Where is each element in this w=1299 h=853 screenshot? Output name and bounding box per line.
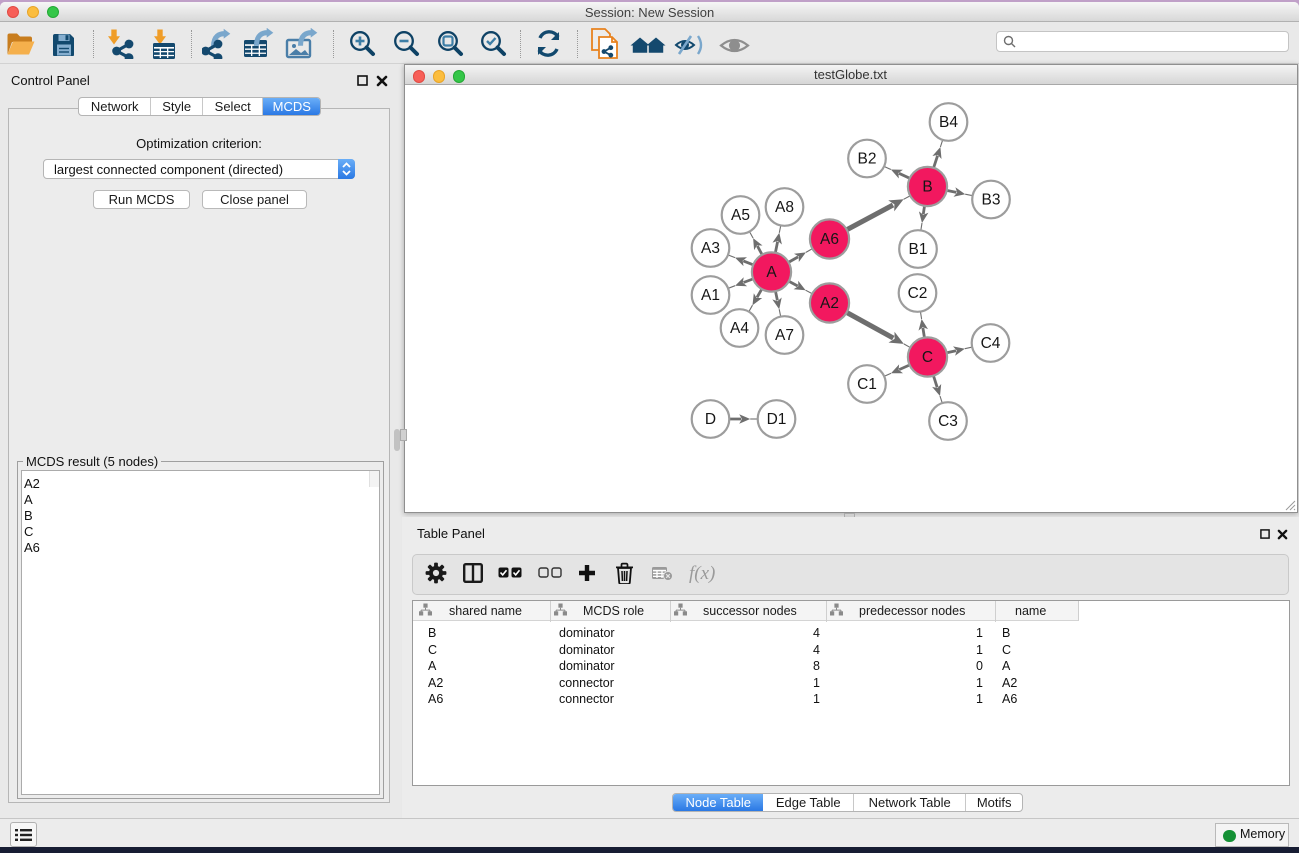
svg-text:A: A — [766, 264, 777, 281]
svg-text:D: D — [704, 411, 715, 428]
svg-text:A7: A7 — [775, 327, 794, 344]
svg-text:A1: A1 — [701, 287, 720, 304]
svg-text:B3: B3 — [981, 192, 1000, 209]
svg-text:A4: A4 — [730, 320, 749, 337]
svg-text:C4: C4 — [980, 335, 1000, 352]
svg-text:B2: B2 — [857, 151, 876, 168]
svg-text:A2: A2 — [820, 295, 839, 312]
svg-text:A5: A5 — [731, 207, 750, 224]
svg-text:B: B — [922, 179, 932, 196]
svg-text:B4: B4 — [939, 114, 958, 131]
svg-text:C2: C2 — [907, 285, 927, 302]
svg-text:A6: A6 — [820, 231, 839, 248]
svg-text:C: C — [921, 349, 932, 366]
svg-text:A8: A8 — [775, 199, 794, 216]
svg-text:C3: C3 — [938, 413, 958, 430]
svg-text:B1: B1 — [908, 241, 927, 258]
svg-text:A3: A3 — [701, 240, 720, 257]
svg-text:C1: C1 — [857, 376, 877, 393]
svg-text:D1: D1 — [766, 411, 786, 428]
